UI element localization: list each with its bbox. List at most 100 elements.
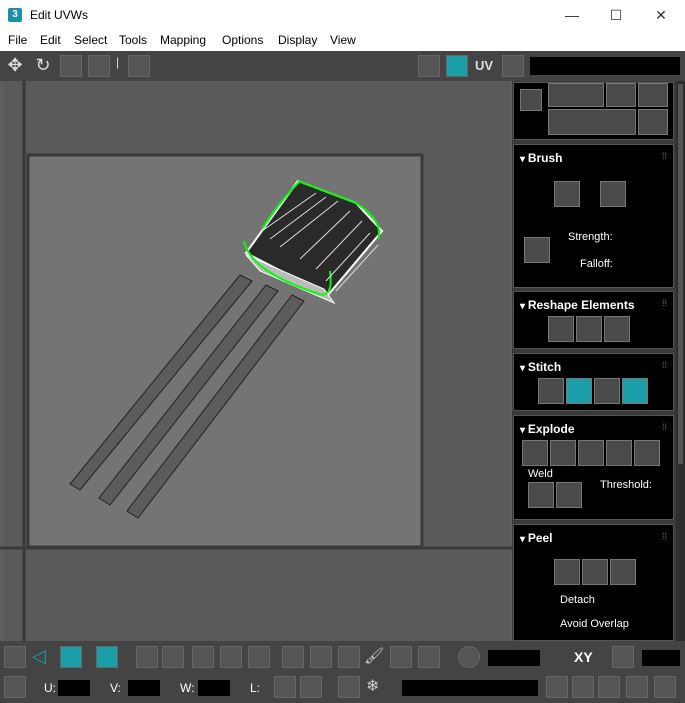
brush-title[interactable]: Brush <box>520 151 563 165</box>
weld-all-icon[interactable] <box>556 482 582 508</box>
world-icon[interactable] <box>612 646 634 668</box>
rotate-icon[interactable]: ↻ <box>32 55 54 77</box>
falloff-curve-icon[interactable] <box>546 646 568 668</box>
menu-select[interactable]: Select <box>74 33 107 47</box>
rollout-grip-icon[interactable]: ⁞⁞ <box>662 298 667 308</box>
pan-icon[interactable] <box>546 676 568 698</box>
align-vertical-icon[interactable] <box>548 109 636 135</box>
rollout-grip-icon[interactable]: ⁞⁞ <box>662 422 667 432</box>
soft-value-field[interactable] <box>642 650 680 666</box>
stitch-to-target-icon[interactable] <box>566 378 592 404</box>
help-icon[interactable] <box>654 676 676 698</box>
uv-toggle[interactable]: UV <box>475 58 493 73</box>
loop-grow-icon[interactable] <box>282 646 304 668</box>
zoom-region-icon[interactable] <box>598 676 620 698</box>
explode-title[interactable]: Explode <box>520 422 575 436</box>
menu-tools[interactable]: Tools <box>119 33 147 47</box>
menu-file[interactable]: File <box>8 33 27 47</box>
menu-edit[interactable]: Edit <box>40 33 61 47</box>
reshape-title[interactable]: Reshape Elements <box>520 298 635 312</box>
brush-icon[interactable]: 🖌 <box>364 646 386 668</box>
menu-mapping[interactable]: Mapping <box>160 33 206 47</box>
uv-viewport[interactable] <box>0 81 512 641</box>
w-label: W: <box>180 681 195 695</box>
shrink-selection-icon[interactable] <box>162 646 184 668</box>
relax-brush-icon[interactable] <box>600 181 626 207</box>
element-mode-icon[interactable] <box>96 646 118 668</box>
ring-grow-icon[interactable] <box>220 646 242 668</box>
stitch-custom-icon[interactable] <box>538 378 564 404</box>
texture-dropdown[interactable] <box>530 57 680 75</box>
rollout-grip-icon[interactable]: ⁞⁞ <box>662 531 667 541</box>
minimize-button[interactable]: — <box>549 0 595 30</box>
relax-icon[interactable] <box>576 316 602 342</box>
eye-icon[interactable] <box>338 676 360 698</box>
vertex-mode-icon[interactable] <box>4 646 26 668</box>
space-horizontal-icon[interactable] <box>638 83 668 107</box>
freeze-icon[interactable]: ❄ <box>366 676 388 698</box>
flatten-by-smoothing-icon[interactable] <box>606 440 632 466</box>
brush-line-icon[interactable] <box>524 237 550 263</box>
rollout-grip-icon[interactable]: ⁞⁞ <box>662 151 667 161</box>
paint-select-icon[interactable] <box>338 646 360 668</box>
peel-mode-icon[interactable] <box>582 559 608 585</box>
space-vertical-icon[interactable] <box>638 109 668 135</box>
maximize-button[interactable]: ☐ <box>593 0 639 30</box>
peel-title[interactable]: Peel <box>520 531 553 545</box>
quick-peel-icon[interactable] <box>554 559 580 585</box>
close-button[interactable]: ✕ <box>638 0 684 30</box>
weld-selected-icon[interactable] <box>528 482 554 508</box>
menu-options[interactable]: Options <box>222 33 263 47</box>
menu-view[interactable]: View <box>330 33 356 47</box>
zoom-extents-icon[interactable] <box>626 676 648 698</box>
soft-selection-icon[interactable] <box>458 646 480 668</box>
falloff-field[interactable] <box>488 650 540 666</box>
menu-display[interactable]: Display <box>278 33 317 47</box>
scale-icon[interactable] <box>60 55 82 77</box>
mirror-icon[interactable] <box>128 55 150 77</box>
checker-icon[interactable] <box>418 55 440 77</box>
freeform-icon[interactable] <box>88 55 110 77</box>
flatten-by-material-icon[interactable] <box>634 440 660 466</box>
relax-settings-icon[interactable] <box>604 316 630 342</box>
detach-edge-icon[interactable] <box>550 440 576 466</box>
absolute-relative-icon[interactable] <box>4 676 26 698</box>
paint-plus-icon[interactable] <box>390 646 412 668</box>
stitch-title[interactable]: Stitch <box>520 360 561 374</box>
w-field[interactable] <box>198 680 230 696</box>
texture-checker-icon[interactable] <box>446 55 468 77</box>
align-horizontal-icon[interactable] <box>548 83 604 107</box>
stitch-to-source-icon[interactable] <box>622 378 648 404</box>
quick-transform-rollout <box>513 82 674 140</box>
rollout-grip-icon[interactable]: ⁞⁞ <box>662 360 667 370</box>
move-icon[interactable]: ✥ <box>4 55 26 77</box>
xy-toggle[interactable]: XY <box>574 649 593 665</box>
break-icon[interactable] <box>522 440 548 466</box>
loop-shrink-icon[interactable] <box>310 646 332 668</box>
explode-rollout: Explode ⁞⁞ Weld Threshold: <box>513 415 674 520</box>
rotate-cw-icon[interactable] <box>606 83 636 107</box>
stitch-average-icon[interactable] <box>594 378 620 404</box>
straighten-icon[interactable] <box>548 316 574 342</box>
zoom-icon[interactable] <box>572 676 594 698</box>
paint-move-icon[interactable] <box>554 181 580 207</box>
edge-mode-icon[interactable]: ◁ <box>32 646 54 668</box>
lock-icon[interactable] <box>274 676 296 698</box>
u-field[interactable] <box>58 680 90 696</box>
weld-label: Weld <box>528 468 553 480</box>
filter-icon[interactable] <box>300 676 322 698</box>
paint-minus-icon[interactable] <box>418 646 440 668</box>
polygon-mode-icon[interactable] <box>60 646 82 668</box>
flatten-icon[interactable] <box>578 440 604 466</box>
u-label: U: <box>44 681 56 695</box>
options-icon[interactable] <box>502 55 524 77</box>
material-id-field[interactable] <box>402 680 538 696</box>
quick-planar-icon[interactable] <box>520 89 542 111</box>
scrollbar-thumb[interactable] <box>678 84 683 464</box>
grow-selection-icon[interactable] <box>136 646 158 668</box>
v-field[interactable] <box>128 680 160 696</box>
ring-icon[interactable] <box>192 646 214 668</box>
app-icon: 3 <box>8 8 22 22</box>
reset-peel-icon[interactable] <box>610 559 636 585</box>
loop-icon[interactable] <box>248 646 270 668</box>
